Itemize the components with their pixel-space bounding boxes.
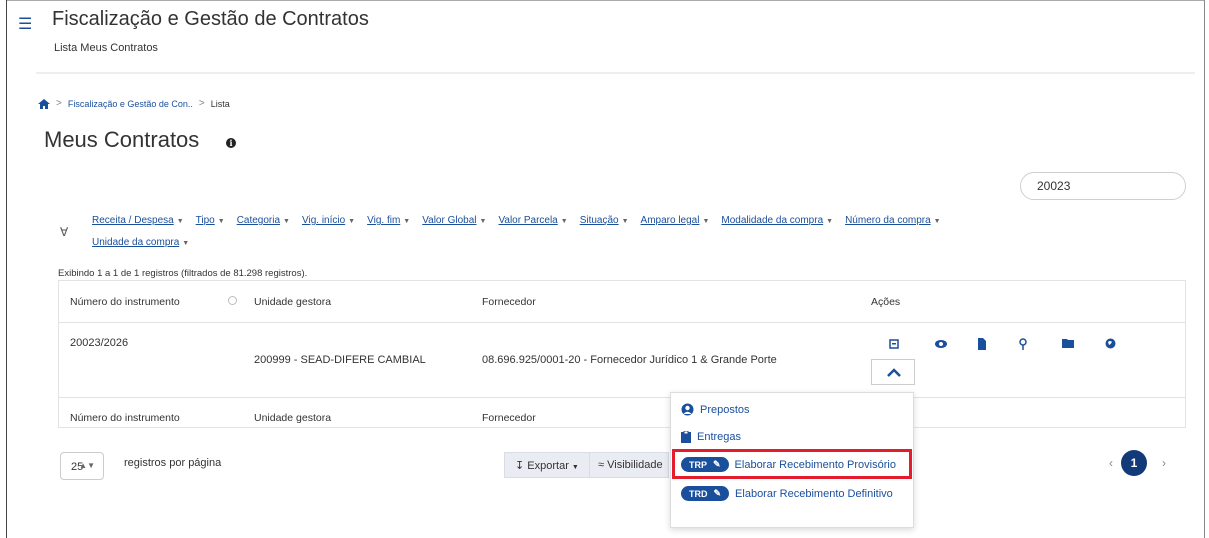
per-page-label: registros por página (124, 457, 222, 469)
caret-down-icon: ▼ (826, 218, 834, 225)
eye-icon[interactable] (934, 338, 947, 350)
header-divider (36, 72, 1195, 74)
next-page-button[interactable]: › (1162, 456, 1166, 470)
export-button[interactable]: ↧ Exportar ▼ (504, 452, 590, 478)
caret-down-icon: ▼ (176, 218, 184, 225)
cell-unidade: 200999 - SEAD-DIFERE CAMBIAL (254, 354, 426, 366)
cell-numero: 20023/2026 (70, 337, 129, 349)
filter-categoria[interactable]: Categoria ▼ (237, 215, 290, 226)
breadcrumb-separator-icon: > (56, 98, 62, 109)
filter-vig-fim[interactable]: Vig. fim ▼ (367, 215, 410, 226)
trd-badge: TRD ✎ (681, 486, 730, 501)
download-icon: ↧ (515, 460, 525, 472)
search-input[interactable]: 20023 (1020, 172, 1186, 200)
filter-icon: ∀ (60, 225, 69, 239)
caret-down-icon: ▼ (283, 218, 290, 225)
page-title: Meus Contratos (44, 127, 200, 152)
caret-down-icon: ▼ (217, 218, 225, 225)
home-icon[interactable] (38, 98, 50, 109)
caret-down-icon: ▼ (621, 218, 629, 225)
filter-modalidade-compra[interactable]: Modalidade da compra ▼ (721, 215, 833, 226)
caret-down-icon: ▼ (182, 240, 190, 247)
map-pin-icon[interactable] (1017, 338, 1029, 350)
cell-fornecedor: 08.696.925/0001-20 - Fornecedor Jurídico… (482, 354, 777, 366)
filter-unidade-compra[interactable]: Unidade da compra ▼ (92, 237, 189, 248)
edit-icon: ✎ (713, 488, 722, 498)
eye-slash-icon: ≈ (598, 459, 605, 471)
filter-vig-inicio[interactable]: Vig. início ▼ (302, 215, 355, 226)
filter-valor-parcela[interactable]: Valor Parcela ▼ (498, 215, 567, 226)
footer-header-unidade: Unidade gestora (254, 412, 332, 424)
select-arrows-icon: ▲▼ (79, 461, 95, 470)
filter-receita-despesa[interactable]: Receita / Despesa ▼ (92, 215, 184, 226)
caret-down-icon: ▼ (479, 218, 487, 225)
filter-tipo[interactable]: Tipo ▼ (196, 215, 225, 226)
menu-item-prepostos[interactable]: Prepostos (681, 403, 750, 416)
caret-down-icon: ▼ (403, 218, 411, 225)
highlight-box (672, 449, 912, 479)
user-circle-icon (681, 403, 694, 416)
info-icon[interactable]: i (226, 138, 236, 148)
column-header-unidade[interactable]: Unidade gestora (254, 296, 331, 308)
filter-situacao[interactable]: Situação ▼ (580, 215, 629, 226)
column-header-numero[interactable]: Número do instrumento (70, 296, 180, 308)
frame-right-border (1204, 0, 1205, 538)
page-size-select[interactable]: 25 ▲▼ (60, 452, 104, 480)
filter-numero-compra[interactable]: Número da compra ▼ (845, 215, 941, 226)
footer-header-numero: Número do instrumento (70, 412, 180, 424)
caret-down-icon: ▼ (348, 218, 356, 225)
records-info: Exibindo 1 a 1 de 1 registros (filtrados… (58, 268, 308, 279)
row-divider (58, 322, 1186, 323)
previous-page-button[interactable]: ‹ (1109, 456, 1113, 470)
footer-header-fornecedor: Fornecedor (482, 412, 536, 424)
menu-item-elaborar-recebimento-definitivo[interactable]: TRD ✎ Elaborar Recebimento Definitivo (681, 486, 893, 501)
document-icon[interactable] (976, 338, 988, 350)
sort-icon[interactable] (228, 296, 237, 305)
caret-down-icon: ▼ (702, 218, 710, 225)
folder-icon[interactable] (1062, 338, 1074, 350)
filter-bar-row2: Unidade da compra ▼ (92, 237, 189, 248)
caret-down-icon: ▼ (560, 218, 568, 225)
filter-amparo-legal[interactable]: Amparo legal ▼ (641, 215, 710, 226)
breadcrumb-separator-icon: > (198, 98, 205, 109)
current-page-button[interactable]: 1 (1121, 450, 1147, 476)
filter-valor-global[interactable]: Valor Global ▼ (422, 215, 486, 226)
caret-down-icon: ▼ (933, 218, 941, 225)
hamburger-menu-icon[interactable]: ☰ (18, 14, 32, 34)
row-divider (58, 397, 1186, 398)
clipboard-icon (681, 431, 691, 443)
column-header-fornecedor[interactable]: Fornecedor (482, 296, 536, 308)
visibility-button[interactable]: ≈ Visibilidade (589, 452, 669, 478)
caret-down-icon: ▼ (571, 464, 579, 471)
app-title: Fiscalização e Gestão de Contratos (52, 8, 369, 30)
frame-left-border (6, 0, 7, 538)
collapse-actions-button[interactable] (871, 359, 915, 385)
breadcrumb: > Fiscalização e Gestão de Con.. > Lista (38, 98, 230, 109)
list-icon[interactable] (888, 338, 900, 350)
frame-top-border (6, 0, 1205, 1)
menu-item-entregas[interactable]: Entregas (681, 431, 741, 443)
column-header-acoes: Ações (871, 296, 901, 308)
breadcrumb-item-lista: Lista (210, 98, 230, 109)
breadcrumb-item-fiscalizacao[interactable]: Fiscalização e Gestão de Con.. (68, 99, 193, 109)
filter-bar: Receita / Despesa ▼ Tipo ▼ Categoria ▼ Vig.… (92, 215, 941, 226)
globe-icon[interactable] (1104, 338, 1116, 350)
app-subtitle: Lista Meus Contratos (54, 42, 158, 54)
chevron-up-icon (887, 368, 901, 377)
